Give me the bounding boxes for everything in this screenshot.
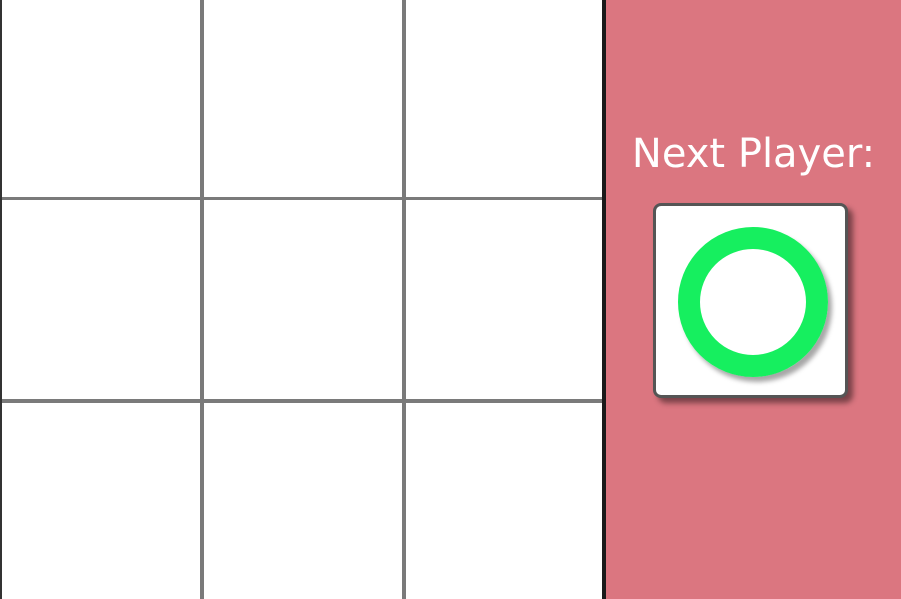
grid-line-vertical-2 [402,0,406,599]
board-cell-r3c2[interactable] [204,403,402,599]
board-cell-r1c3[interactable] [406,0,603,197]
status-panel: Next Player: [606,0,901,599]
board-cell-r1c2[interactable] [204,0,402,197]
game-board [0,0,603,599]
board-cell-r2c3[interactable] [406,200,603,399]
next-player-indicator [653,203,848,398]
grid-line-horizontal-1 [2,197,603,200]
next-player-label: Next Player: [631,131,876,177]
grid-line-vertical-1 [200,0,204,599]
o-ring-icon [678,227,828,377]
board-cell-r1c1[interactable] [2,0,200,197]
tic-tac-toe-app: Next Player: [0,0,901,599]
board-cell-r3c1[interactable] [2,403,200,599]
grid-line-horizontal-2 [2,399,603,403]
board-cell-r2c1[interactable] [2,200,200,399]
board-cell-r3c3[interactable] [406,403,603,599]
board-cell-r2c2[interactable] [204,200,402,399]
